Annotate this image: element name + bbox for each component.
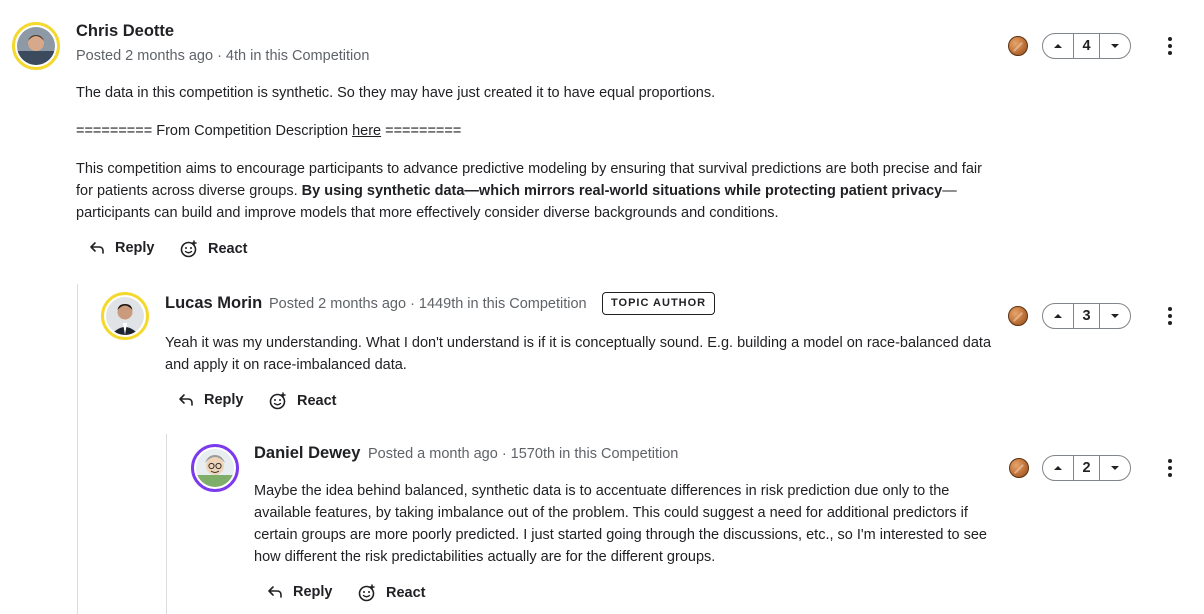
react-button[interactable]: React: [269, 392, 337, 410]
react-button[interactable]: React: [358, 584, 426, 602]
vote-control: 2: [1042, 455, 1131, 481]
bronze-medal-icon: [1008, 36, 1028, 56]
avatar[interactable]: [101, 292, 149, 340]
competition-rank: · 4th in this Competition: [213, 48, 370, 64]
reply-label: Reply: [115, 240, 155, 256]
more-vertical-icon[interactable]: [1160, 458, 1180, 478]
upvote-button[interactable]: [1043, 34, 1073, 58]
caret-up-icon: [1054, 44, 1062, 48]
topic-author-badge: TOPIC AUTHOR: [602, 292, 716, 315]
upvote-button[interactable]: [1043, 304, 1073, 328]
reply-button[interactable]: Reply: [89, 240, 155, 256]
comment-text: Yeah it was my understanding. What I don…: [165, 335, 992, 373]
reply-arrow-icon: [268, 586, 282, 598]
posted-time: Posted 2 months ago: [269, 296, 407, 312]
description-link[interactable]: here: [352, 123, 381, 139]
reply-label: Reply: [293, 584, 333, 600]
thread-line: [77, 284, 78, 614]
post-meta: Posted 2 months ago · 1449th in this Com…: [269, 296, 587, 312]
bronze-medal-icon: [1009, 458, 1029, 478]
downvote-button[interactable]: [1100, 304, 1130, 328]
comment-text: Maybe the idea behind balanced, syntheti…: [254, 483, 987, 565]
vote-control: 4: [1042, 33, 1131, 59]
reply-button[interactable]: Reply: [178, 392, 244, 408]
caret-down-icon: [1111, 44, 1119, 48]
more-vertical-icon[interactable]: [1160, 306, 1180, 326]
react-label: React: [386, 585, 426, 601]
reply-label: Reply: [204, 392, 244, 408]
post-meta: Posted 2 months ago · 4th in this Compet…: [76, 48, 369, 64]
paragraph-text: =========: [381, 123, 462, 139]
add-reaction-icon: [180, 240, 197, 258]
avatar[interactable]: [12, 22, 60, 70]
post-meta: Posted a month ago · 1570th in this Comp…: [368, 446, 678, 462]
downvote-button[interactable]: [1100, 456, 1130, 480]
posted-time: Posted 2 months ago: [76, 48, 214, 64]
upvote-button[interactable]: [1043, 456, 1073, 480]
reply-arrow-icon: [90, 242, 104, 254]
competition-rank: · 1449th in this Competition: [406, 296, 587, 312]
add-reaction-icon: [269, 392, 286, 410]
comment-paragraph: The data in this competition is syntheti…: [76, 85, 716, 101]
vote-count: 4: [1073, 34, 1100, 58]
author-name[interactable]: Daniel Dewey: [254, 444, 360, 463]
author-name[interactable]: Lucas Morin: [165, 294, 262, 313]
caret-up-icon: [1054, 466, 1062, 470]
comment-paragraph: ========= From Competition Description h…: [76, 120, 996, 142]
comment-paragraph: This competition aims to encourage parti…: [76, 158, 996, 224]
thread-line: [166, 434, 167, 614]
posted-time: Posted a month ago: [368, 446, 498, 462]
add-reaction-icon: [358, 584, 375, 602]
react-button[interactable]: React: [180, 240, 248, 258]
author-name[interactable]: Chris Deotte: [76, 22, 174, 41]
react-label: React: [297, 393, 337, 409]
paragraph-text: ========= From Competition Description: [76, 123, 353, 139]
reply-button[interactable]: Reply: [267, 584, 333, 600]
bronze-medal-icon: [1008, 306, 1028, 326]
react-label: React: [208, 241, 248, 257]
more-vertical-icon[interactable]: [1160, 36, 1180, 56]
caret-up-icon: [1054, 314, 1062, 318]
vote-control: 3: [1042, 303, 1131, 329]
downvote-button[interactable]: [1100, 34, 1130, 58]
reply-arrow-icon: [179, 394, 193, 406]
avatar[interactable]: [191, 444, 239, 492]
bold-text: By using synthetic data—which mirrors re…: [301, 183, 943, 199]
caret-down-icon: [1111, 466, 1119, 470]
vote-count: 2: [1073, 456, 1100, 480]
competition-rank: · 1570th in this Competition: [497, 446, 679, 462]
caret-down-icon: [1111, 314, 1119, 318]
vote-count: 3: [1073, 304, 1100, 328]
